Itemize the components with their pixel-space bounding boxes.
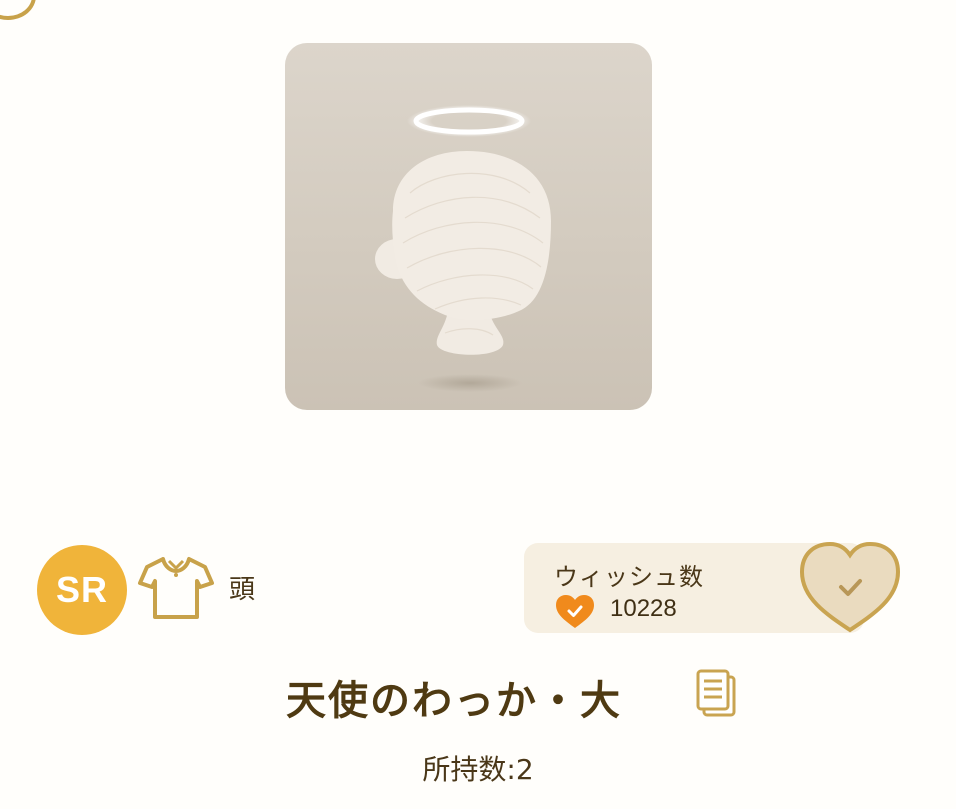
heart-check-button-icon xyxy=(799,541,901,633)
owned-label: 所持数 xyxy=(422,753,507,786)
floor-shadow xyxy=(418,374,522,392)
rarity-badge: SR xyxy=(37,545,127,635)
rarity-label: SR xyxy=(55,569,108,610)
item-preview-image xyxy=(285,43,652,410)
category-label: 頭 xyxy=(229,575,256,605)
item-name: 天使のわっか・大 xyxy=(286,678,622,724)
item-title-row: 天使のわっか・大 xyxy=(0,662,956,724)
owned-separator: : xyxy=(506,753,516,786)
corner-decoration xyxy=(0,0,36,20)
wish-count-label: ウィッシュ数 xyxy=(554,563,704,591)
copy-icon[interactable] xyxy=(693,667,739,719)
wish-count-value: 10228 xyxy=(610,595,677,622)
shirt-icon xyxy=(138,557,214,619)
owned-count: 所持数 : 2 xyxy=(0,748,956,788)
owned-value: 2 xyxy=(515,753,534,786)
heart-check-icon xyxy=(556,595,594,628)
mannequin-halo-illustration xyxy=(375,105,551,392)
wish-toggle-button[interactable] xyxy=(798,540,902,635)
